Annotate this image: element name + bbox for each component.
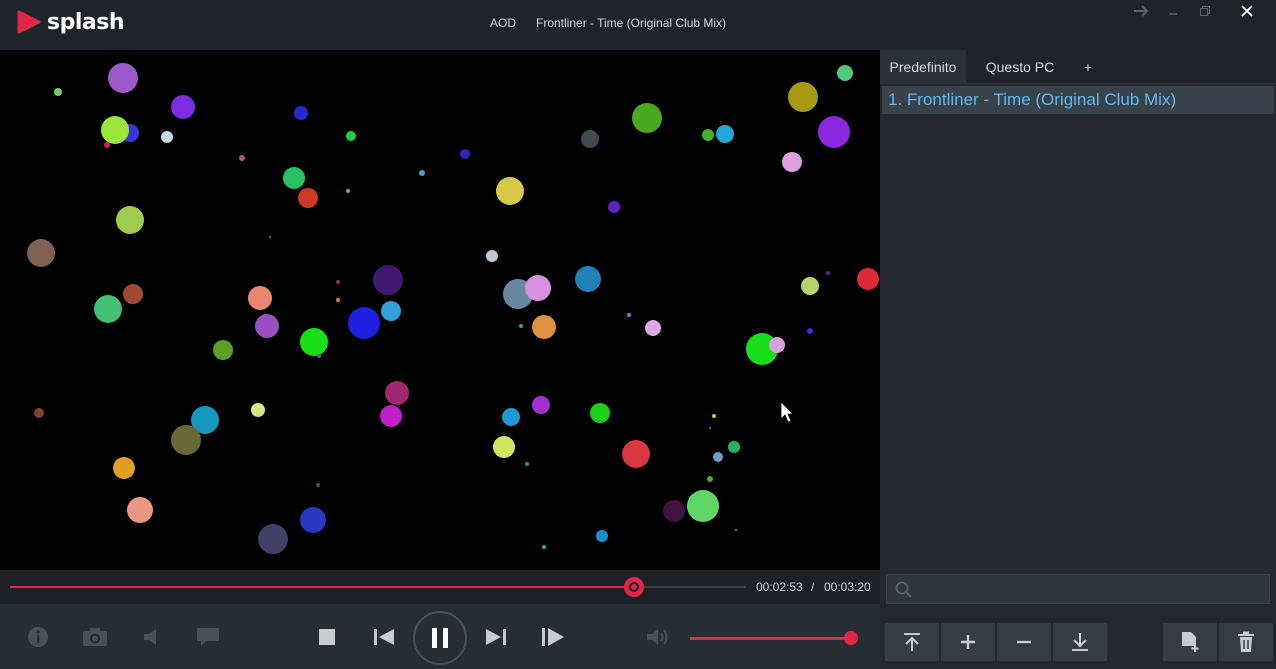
info-icon[interactable] bbox=[23, 622, 53, 652]
volume-slider-handle[interactable] bbox=[844, 631, 858, 645]
close-icon[interactable] bbox=[1232, 0, 1262, 22]
now-playing-title: Frontliner - Time (Original Club Mix) bbox=[536, 16, 727, 30]
subtitle-icon[interactable] bbox=[193, 622, 223, 652]
visualizer-particles bbox=[27, 63, 879, 554]
playback-controls bbox=[0, 604, 880, 669]
seek-track-played[interactable] bbox=[10, 586, 634, 588]
restore-icon[interactable] bbox=[1190, 0, 1220, 22]
splash-logo-icon bbox=[17, 10, 41, 34]
tab-questo-pc[interactable]: Questo PC bbox=[966, 50, 1074, 84]
volume-icon[interactable] bbox=[644, 622, 674, 652]
new-playlist-button[interactable] bbox=[1163, 623, 1217, 661]
next-icon[interactable] bbox=[481, 622, 511, 652]
elapsed-time: 00:02:53 bbox=[756, 580, 803, 594]
minimize-icon[interactable] bbox=[1158, 0, 1188, 22]
app-logo: splash bbox=[16, 9, 125, 35]
remove-icon bbox=[1017, 640, 1031, 644]
new-playlist-icon bbox=[1182, 632, 1199, 652]
seek-track-remaining[interactable] bbox=[634, 586, 746, 588]
seek-bar-area: 00:02:53 / 00:03:20 bbox=[0, 570, 880, 604]
playlist-toolbar bbox=[880, 620, 1276, 669]
previous-icon[interactable] bbox=[369, 622, 399, 652]
audio-visualization bbox=[27, 63, 879, 554]
add-button[interactable] bbox=[941, 623, 995, 661]
video-viewport[interactable] bbox=[0, 50, 880, 570]
move-top-icon bbox=[904, 633, 920, 651]
splash-player-window: splash AOD Frontliner - Time (Original C… bbox=[0, 0, 1276, 669]
arrow-right-icon[interactable] bbox=[1126, 0, 1156, 22]
frame-step-icon[interactable] bbox=[538, 622, 568, 652]
playlist-tabs: Predefinito Questo PC + bbox=[880, 50, 1276, 84]
move-bottom-button[interactable] bbox=[1053, 623, 1107, 661]
playlist-item[interactable]: 1. Frontliner - Time (Original Club Mix) bbox=[882, 86, 1274, 114]
mouse-cursor bbox=[780, 401, 794, 423]
add-icon bbox=[961, 635, 975, 649]
volume-slider-track[interactable] bbox=[690, 637, 850, 640]
move-bottom-icon bbox=[1072, 633, 1088, 651]
snapshot-icon[interactable] bbox=[80, 622, 110, 652]
audio-track-icon[interactable] bbox=[136, 622, 166, 652]
seek-handle[interactable] bbox=[624, 577, 644, 597]
pause-button[interactable] bbox=[413, 611, 467, 665]
delete-icon bbox=[1238, 631, 1254, 652]
app-name: splash bbox=[47, 9, 125, 35]
time-separator: / bbox=[811, 580, 815, 594]
title-bar: splash AOD Frontliner - Time (Original C… bbox=[0, 0, 1276, 50]
total-duration: 00:03:20 bbox=[824, 580, 871, 594]
mode-label[interactable]: AOD bbox=[490, 16, 516, 30]
tab-predefinito[interactable]: Predefinito bbox=[880, 50, 966, 84]
playlist-panel: Predefinito Questo PC + 1. Frontliner - … bbox=[880, 50, 1276, 669]
pause-icon bbox=[432, 628, 448, 648]
delete-button[interactable] bbox=[1219, 623, 1273, 661]
stop-icon[interactable] bbox=[312, 622, 342, 652]
add-tab-button[interactable]: + bbox=[1074, 50, 1102, 84]
playlist-search-input[interactable] bbox=[886, 574, 1270, 604]
search-icon bbox=[895, 581, 912, 598]
move-top-button[interactable] bbox=[885, 623, 939, 661]
remove-button[interactable] bbox=[997, 623, 1051, 661]
